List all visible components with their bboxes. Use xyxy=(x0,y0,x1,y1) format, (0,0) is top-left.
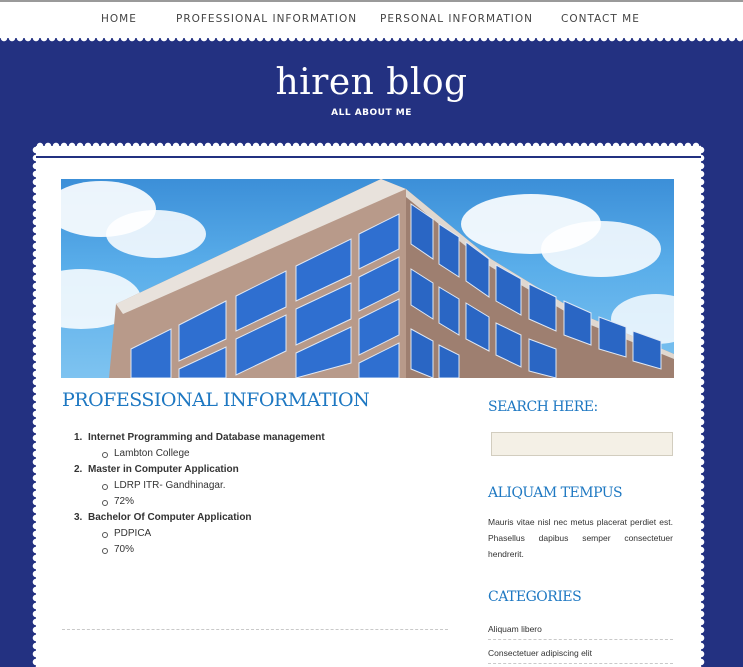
nav-home[interactable]: HOME xyxy=(101,13,137,25)
education-title: Bachelor Of Computer Application xyxy=(88,512,252,523)
aliquam-title: ALIQUAM TEMPUS xyxy=(488,485,623,501)
categories-title: CATEGORIES xyxy=(488,589,582,605)
site-tagline: ALL ABOUT ME xyxy=(331,108,412,118)
top-navigation: HOME PROFESSIONAL INFORMATION PERSONAL I… xyxy=(0,0,743,38)
list-number: 1. xyxy=(74,432,83,443)
nav-professional-information[interactable]: PROFESSIONAL INFORMATION xyxy=(176,13,357,25)
list-item: 2. Master in Computer Application LDRP IT… xyxy=(74,462,454,510)
category-link[interactable]: Aliquam libero xyxy=(488,618,673,640)
content-card: PROFESSIONAL INFORMATION 1. Internet Prog… xyxy=(36,146,701,667)
search-input[interactable] xyxy=(491,432,673,456)
list-item: 1. Internet Programming and Database mana… xyxy=(74,430,454,462)
nav-stamp-edge xyxy=(0,38,743,44)
nav-personal-information[interactable]: PERSONAL INFORMATION xyxy=(380,13,533,25)
building-photo-icon xyxy=(61,179,674,378)
page-title: PROFESSIONAL INFORMATION xyxy=(62,389,370,411)
main-divider xyxy=(62,629,448,630)
site-title[interactable]: hiren blog xyxy=(0,62,743,103)
search-title: SEARCH HERE: xyxy=(488,399,598,415)
aliquam-text: Mauris vitae nisl nec metus placerat per… xyxy=(488,517,673,559)
education-list: 1. Internet Programming and Database mana… xyxy=(74,430,454,558)
list-number: 3. xyxy=(74,512,83,523)
education-detail: LDRP ITR- Gandhinagar. xyxy=(74,478,454,494)
list-item: 3. Bachelor Of Computer Application PDPIC… xyxy=(74,510,454,558)
card-stamp-edge-right xyxy=(701,146,707,667)
building-photo xyxy=(61,179,674,378)
education-detail: Lambton College xyxy=(74,446,454,462)
list-number: 2. xyxy=(74,464,83,475)
education-title: Master in Computer Application xyxy=(88,464,239,475)
education-detail: 72% xyxy=(74,494,454,510)
education-detail: 70% xyxy=(74,542,454,558)
education-title: Internet Programming and Database manage… xyxy=(88,432,325,443)
card-top-rule xyxy=(36,156,701,158)
education-detail: PDPICA xyxy=(74,526,454,542)
category-link[interactable]: Consectetuer adipiscing elit xyxy=(488,642,673,664)
nav-contact-me[interactable]: CONTACT ME xyxy=(561,13,640,25)
